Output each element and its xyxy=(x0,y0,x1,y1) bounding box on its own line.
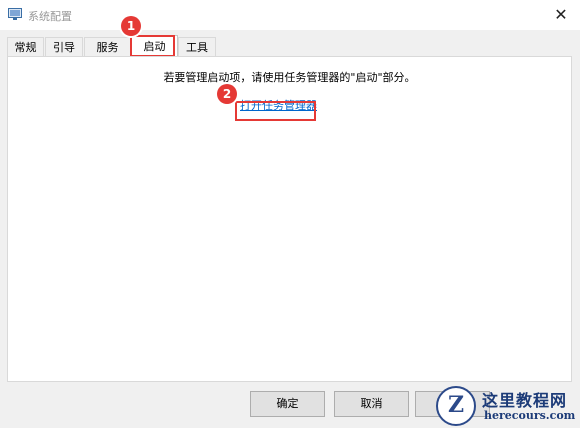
step-badge-2: 2 xyxy=(217,84,237,104)
ok-button[interactable]: 确定 xyxy=(250,391,325,417)
watermark-url: herecours.com xyxy=(484,409,576,422)
link-highlight xyxy=(235,101,316,121)
system-config-icon xyxy=(8,8,22,20)
watermark: Z 这里教程网 herecours.com xyxy=(430,384,580,428)
window-title: 系统配置 xyxy=(28,10,72,23)
close-icon[interactable]: ✕ xyxy=(548,4,574,26)
startup-message: 若要管理启动项，请使用任务管理器的"启动"部分。 xyxy=(163,71,416,84)
step-badge-1: 1 xyxy=(121,16,141,36)
tab-services[interactable]: 服务 xyxy=(84,37,131,56)
watermark-logo: Z xyxy=(436,386,476,426)
startup-tab-highlight xyxy=(130,35,175,57)
cancel-button[interactable]: 取消 xyxy=(334,391,409,417)
tab-general[interactable]: 常规 xyxy=(7,37,44,56)
watermark-logo-letter: Z xyxy=(447,392,465,418)
tab-tools[interactable]: 工具 xyxy=(178,37,216,56)
title-bar: 系统配置 ✕ xyxy=(0,0,580,30)
tab-boot[interactable]: 引导 xyxy=(45,37,83,56)
watermark-site-name: 这里教程网 xyxy=(482,391,568,410)
system-config-window: 系统配置 ✕ 常规 引导 服务 启动 工具 1 若要管理启动项，请使用任务管理器… xyxy=(0,0,580,428)
